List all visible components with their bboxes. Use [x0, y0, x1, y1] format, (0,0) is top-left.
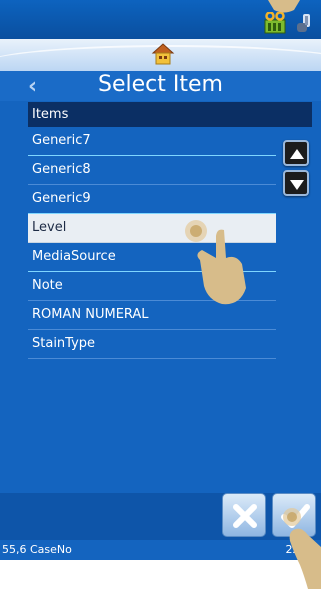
- close-icon: [233, 504, 257, 528]
- arrow-up-icon: [290, 149, 304, 159]
- ribbon-cartridge-icon: [264, 12, 286, 34]
- list-item[interactable]: Generic9: [28, 185, 276, 214]
- list-item[interactable]: Generic7: [28, 127, 276, 156]
- footer-left-text: 55,6 CaseNo: [2, 543, 72, 556]
- title-row: ‹ Select Item: [0, 71, 321, 101]
- list-header: Items: [28, 102, 312, 127]
- status-bar: [0, 0, 321, 39]
- arrow-down-icon: [290, 180, 304, 190]
- footer-status: 55,6 CaseNo 22 54: [0, 540, 321, 560]
- scroll-down-button[interactable]: [283, 170, 309, 196]
- list-item[interactable]: Generic8: [28, 156, 276, 185]
- printer-screen: ‹ Select Item Items Generic7 Generic8 Ge…: [0, 0, 321, 560]
- toolbar: [0, 39, 321, 71]
- touch-hand-icon-bottom: [283, 508, 321, 589]
- page-title: Select Item: [98, 72, 223, 97]
- touch-hand-icon: [185, 220, 246, 305]
- status-icons: [263, 12, 313, 34]
- home-icon[interactable]: [150, 41, 176, 67]
- device: ‹ Select Item Items Generic7 Generic8 Ge…: [0, 0, 321, 589]
- hand-tool-icon: [297, 14, 310, 32]
- scroll-up-button[interactable]: [283, 140, 309, 166]
- list-item[interactable]: StainType: [28, 330, 276, 359]
- cancel-button[interactable]: [222, 493, 266, 537]
- pointing-hand-icon: [268, 0, 300, 13]
